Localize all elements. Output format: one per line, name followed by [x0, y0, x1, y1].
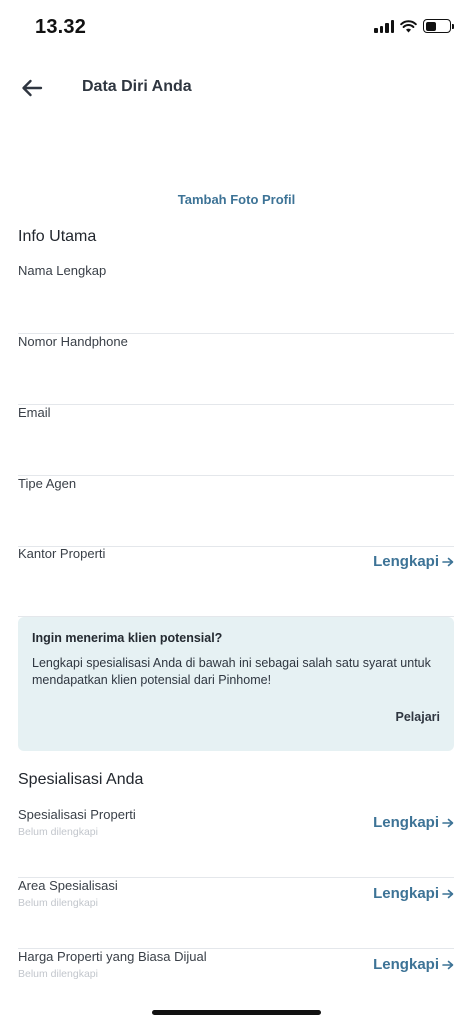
- complete-price-range-button[interactable]: Lengkapi: [373, 956, 454, 973]
- agent-type-field[interactable]: Tipe Agen: [18, 476, 454, 547]
- complete-label: Lengkapi: [373, 885, 439, 902]
- field-label: Email: [18, 405, 51, 420]
- complete-label: Lengkapi: [373, 956, 439, 973]
- home-indicator[interactable]: [152, 1010, 321, 1015]
- field-label: Nomor Handphone: [18, 334, 128, 349]
- back-button[interactable]: [18, 74, 46, 102]
- field-label: Area Spesialisasi: [18, 878, 118, 893]
- field-status: Belum dilengkapi: [18, 826, 98, 838]
- property-office-field[interactable]: Kantor Properti Lengkapi: [18, 546, 454, 617]
- email-field[interactable]: Email: [18, 405, 454, 476]
- main-info-title: Info Utama: [18, 228, 97, 245]
- page-title: Data Diri Anda: [82, 78, 192, 95]
- full-name-field[interactable]: Nama Lengkap: [18, 263, 454, 334]
- add-profile-photo-link[interactable]: Tambah Foto Profil: [0, 192, 473, 207]
- card-body: Lengkapi spesialisasi Anda di bawah ini …: [32, 656, 431, 687]
- battery-icon: [423, 19, 454, 33]
- potential-clients-card: Ingin menerima klien potensial? Lengkapi…: [18, 617, 454, 751]
- status-icons: [374, 19, 454, 33]
- property-specialization-field[interactable]: Spesialisasi Properti Belum dilengkapi L…: [18, 807, 454, 878]
- arrow-left-icon: [22, 79, 43, 97]
- complete-label: Lengkapi: [373, 814, 439, 831]
- area-specialization-field[interactable]: Area Spesialisasi Belum dilengkapi Lengk…: [18, 878, 454, 949]
- arrow-right-icon: [442, 960, 454, 969]
- complete-area-specialization-button[interactable]: Lengkapi: [373, 885, 454, 902]
- field-status: Belum dilengkapi: [18, 897, 98, 909]
- complete-property-office-button[interactable]: Lengkapi: [373, 553, 454, 570]
- arrow-right-icon: [442, 818, 454, 827]
- arrow-right-icon: [442, 557, 454, 566]
- field-status: Belum dilengkapi: [18, 968, 98, 980]
- specialization-title: Spesialisasi Anda: [18, 771, 144, 788]
- navigation-bar: Data Diri Anda: [0, 62, 473, 114]
- field-label: Kantor Properti: [18, 546, 106, 561]
- wifi-icon: [400, 19, 417, 32]
- phone-number-field[interactable]: Nomor Handphone: [18, 334, 454, 405]
- field-label: Nama Lengkap: [18, 263, 107, 278]
- status-time: 13.32: [35, 16, 87, 38]
- card-heading: Ingin menerima klien potensial?: [32, 631, 223, 645]
- complete-property-specialization-button[interactable]: Lengkapi: [373, 814, 454, 831]
- arrow-right-icon: [442, 889, 454, 898]
- complete-label: Lengkapi: [373, 553, 439, 570]
- field-label: Harga Properti yang Biasa Dijual: [18, 949, 207, 964]
- learn-more-link[interactable]: Pelajari: [396, 710, 440, 724]
- field-label: Tipe Agen: [18, 476, 77, 491]
- status-bar: 13.32: [0, 0, 473, 58]
- cellular-signal-icon: [374, 19, 394, 33]
- field-label: Spesialisasi Properti: [18, 807, 136, 822]
- battery-level: [425, 21, 436, 31]
